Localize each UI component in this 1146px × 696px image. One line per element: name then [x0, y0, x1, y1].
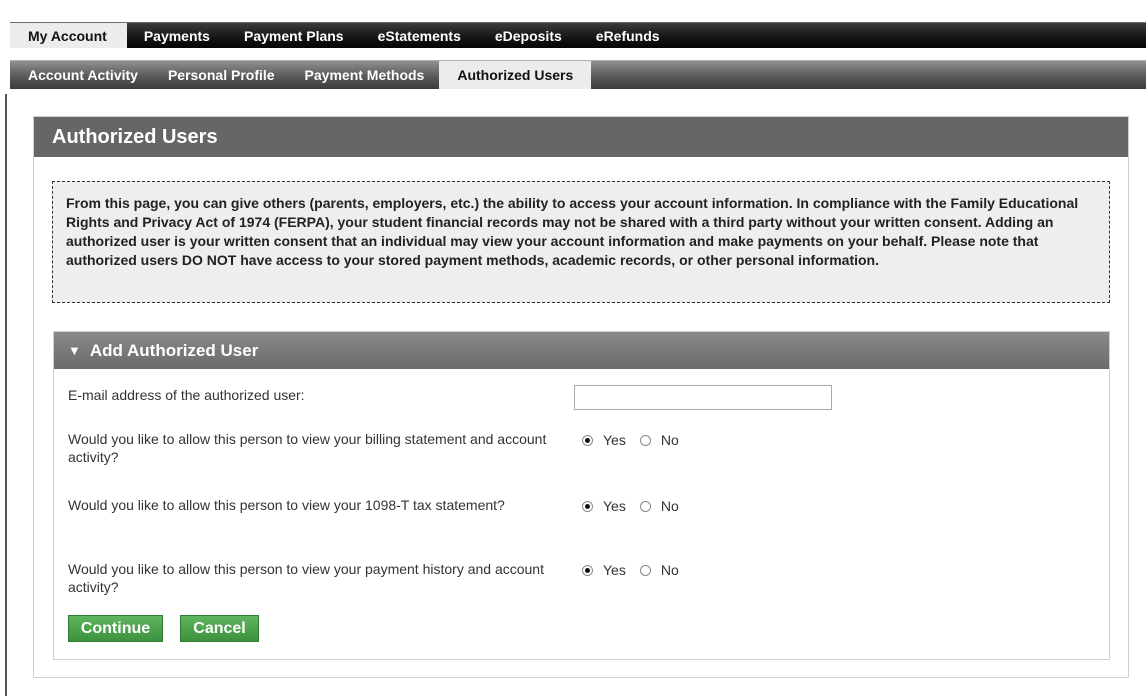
radio-no-1098t[interactable]	[639, 500, 651, 512]
sub-nav: Account Activity Personal Profile Paymen…	[10, 60, 1146, 89]
left-border	[5, 94, 7, 696]
continue-button[interactable]: Continue	[68, 615, 163, 642]
radio-yes-billing[interactable]	[582, 434, 593, 446]
tab-payments[interactable]: Payments	[127, 23, 227, 48]
tab-my-account[interactable]: My Account	[10, 23, 127, 48]
subtab-personal-profile[interactable]: Personal Profile	[153, 61, 290, 89]
subtab-authorized-users[interactable]: Authorized Users	[439, 61, 592, 89]
tab-payment-plans[interactable]: Payment Plans	[227, 23, 361, 48]
radio-group-billing-statement: Yes No	[574, 432, 679, 448]
question-1098t: Would you like to allow this person to v…	[68, 497, 505, 513]
authorized-users-panel: Authorized Users From this page, you can…	[33, 116, 1129, 678]
add-authorized-user-section: ▼ Add Authorized User E-mail address of …	[53, 331, 1110, 660]
ferpa-notice: From this page, you can give others (par…	[52, 181, 1110, 303]
radio-group-payment-history: Yes No	[574, 562, 679, 578]
subtab-payment-methods[interactable]: Payment Methods	[290, 61, 440, 89]
radio-yes-label: Yes	[603, 432, 626, 448]
radio-yes-1098t[interactable]	[582, 500, 593, 512]
radio-no-label: No	[660, 498, 679, 514]
tab-edeposits[interactable]: eDeposits	[478, 23, 579, 48]
section-title: Add Authorized User	[89, 340, 259, 360]
radio-yes-payment-history[interactable]	[582, 564, 593, 576]
radio-no-label: No	[660, 562, 679, 578]
top-nav: My Account Payments Payment Plans eState…	[10, 22, 1146, 48]
question-payment-history: Would you like to allow this person to v…	[68, 561, 544, 595]
tab-estatements[interactable]: eStatements	[361, 23, 478, 48]
radio-no-payment-history[interactable]	[639, 564, 651, 576]
radio-yes-label: Yes	[603, 498, 626, 514]
cancel-button[interactable]: Cancel	[180, 615, 259, 642]
triangle-down-icon: ▼	[68, 343, 81, 358]
radio-no-billing[interactable]	[639, 434, 651, 446]
question-billing-statement: Would you like to allow this person to v…	[68, 431, 547, 465]
tab-erefunds[interactable]: eRefunds	[579, 23, 677, 48]
subtab-account-activity[interactable]: Account Activity	[10, 61, 153, 89]
radio-group-1098t: Yes No	[574, 498, 679, 514]
email-label: E-mail address of the authorized user:	[68, 387, 305, 403]
radio-no-label: No	[660, 432, 679, 448]
email-input[interactable]	[574, 385, 832, 410]
radio-yes-label: Yes	[603, 562, 626, 578]
add-authorized-user-toggle[interactable]: ▼ Add Authorized User	[54, 332, 1109, 369]
page-title: Authorized Users	[34, 117, 1128, 157]
